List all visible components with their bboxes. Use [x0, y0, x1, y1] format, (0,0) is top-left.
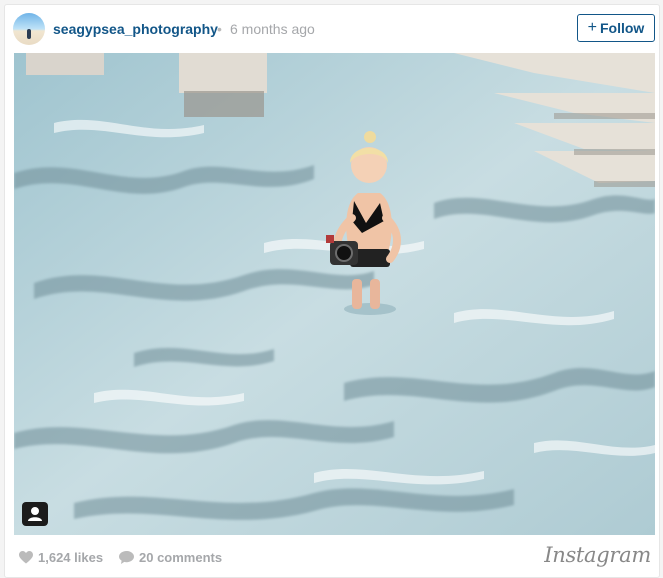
username-link[interactable]: seagypsea_photography [53, 21, 218, 37]
comment-bubble-icon [119, 551, 134, 564]
user-tag-button[interactable] [22, 502, 48, 526]
post-header: seagypsea_photography • 6 months ago + F… [5, 5, 659, 53]
avatar-figure [27, 29, 31, 39]
instagram-embed-card: seagypsea_photography • 6 months ago + F… [4, 4, 660, 578]
post-footer: 1,624 likes 20 comments Instagram [5, 535, 659, 577]
likes-link[interactable]: 1,624 likes [19, 550, 103, 565]
follow-label: Follow [600, 20, 645, 36]
likes-count: 1,624 likes [38, 550, 104, 565]
user-tag-icon [28, 507, 42, 521]
instagram-logo[interactable]: Instagram [544, 543, 651, 567]
post-photo[interactable] [14, 53, 655, 535]
avatar[interactable] [13, 13, 45, 45]
follow-button[interactable]: + Follow [577, 14, 655, 42]
plus-icon: + [587, 19, 597, 36]
post-timestamp[interactable]: 6 months ago [230, 21, 315, 37]
photo-illustration [14, 53, 655, 535]
separator-dot: • [217, 21, 222, 37]
comments-link[interactable]: 20 comments [119, 550, 222, 565]
heart-icon [19, 551, 33, 564]
comments-count: 20 comments [139, 550, 223, 565]
